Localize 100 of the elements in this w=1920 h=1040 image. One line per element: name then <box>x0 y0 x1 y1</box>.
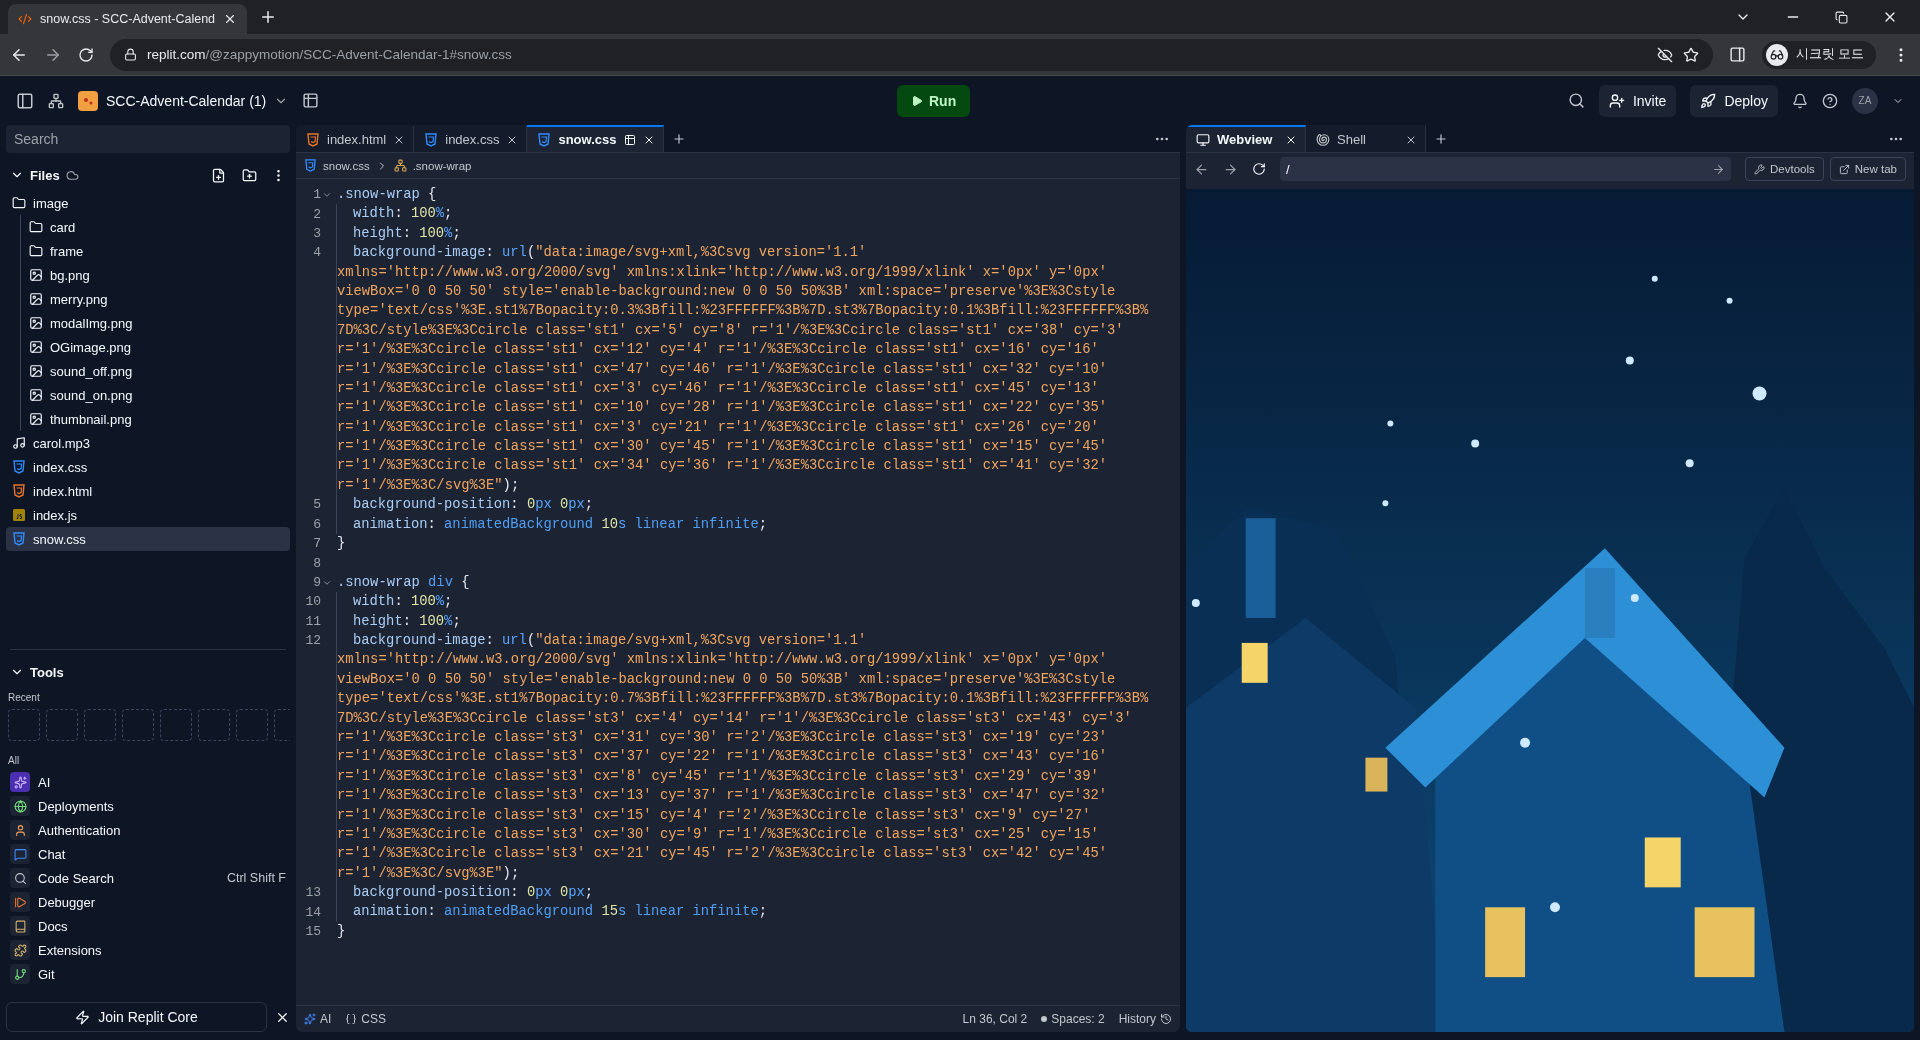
tool-item[interactable]: AI <box>6 770 290 794</box>
join-button[interactable]: Join Replit Core <box>6 1002 267 1032</box>
address-field[interactable]: replit.com/@zappymotion/SCC-Advent-Calendar-1#snow.css <box>110 38 1713 71</box>
file-tree-item[interactable]: OGimage.png <box>23 335 290 359</box>
side-panel-icon[interactable] <box>1728 46 1746 63</box>
pane-tab[interactable]: Shell <box>1306 125 1426 152</box>
back-icon[interactable] <box>1194 161 1209 177</box>
file-tree-item[interactable]: merry.png <box>23 287 290 311</box>
file-tree-item[interactable]: index.css <box>6 455 290 479</box>
url-field[interactable]: / <box>1280 157 1732 181</box>
sidebar-toggle-icon[interactable] <box>16 91 34 110</box>
code-line: r='1'/%3E%3Ccircle class='st1' cx='12' cy='4' r='1'/%3E%3Ccircle class='st1' cx='16' cy='16' <box>337 341 1099 360</box>
external-link-icon <box>1838 163 1850 175</box>
add-tab-icon[interactable] <box>1434 131 1448 146</box>
line-number: 9 <box>313 575 321 590</box>
file-tree-item[interactable]: snow.css <box>6 527 290 551</box>
tool-item[interactable]: Git <box>6 962 290 986</box>
music-note-icon <box>12 436 26 450</box>
shield-file-icon <box>12 460 26 474</box>
bell-icon[interactable] <box>1792 92 1808 109</box>
image-icon <box>29 388 43 402</box>
restore-icon[interactable] <box>1835 10 1848 24</box>
indent-status[interactable]: Spaces: 2 <box>1041 1012 1105 1026</box>
network-icon[interactable] <box>48 92 64 109</box>
line-number: 5 <box>313 497 321 513</box>
browser-tab[interactable]: snow.css - SCC-Advent-Calend <box>8 4 248 34</box>
avatar[interactable]: ZA <box>1852 87 1878 114</box>
code-line: r='1'/%3E%3Ccircle class='st3' cx='8' cy='45' r='1'/%3E%3Ccircle class='st3' cx='29' cy='39' <box>337 767 1099 786</box>
star-icon[interactable] <box>1682 46 1699 63</box>
file-tree-item[interactable]: carol.mp3 <box>6 431 290 455</box>
editor-tab[interactable]: snow.css <box>527 125 664 152</box>
file-tree-item[interactable]: bg.png <box>23 263 290 287</box>
tool-item[interactable]: Docs <box>6 914 290 938</box>
code-line: r='1'/%3E%3Ccircle class='st1' cx='10' cy='28' r='1'/%3E%3Ccircle class='st1' cx='22' cy='35' <box>337 399 1107 418</box>
tool-item[interactable]: Debugger <box>6 890 290 914</box>
image-icon <box>29 412 43 426</box>
file-tree-item[interactable]: index.html <box>6 479 290 503</box>
search-field[interactable]: Search <box>6 125 290 153</box>
editor-tab[interactable]: index.html <box>296 125 415 152</box>
forward-icon[interactable] <box>1223 161 1238 177</box>
search-icon[interactable] <box>1567 92 1585 109</box>
file-tree-item[interactable]: modalImg.png <box>23 311 290 335</box>
new-folder-icon[interactable] <box>242 167 257 183</box>
code-line: .snow-wrap div { <box>337 573 470 592</box>
image-icon <box>29 340 43 354</box>
split-icon[interactable] <box>623 133 636 146</box>
file-tree-item[interactable]: sound_on.png <box>23 383 290 407</box>
add-tab-icon[interactable] <box>671 131 686 146</box>
breadcrumb-item[interactable]: snow.css <box>323 159 370 172</box>
book-icon <box>10 916 30 936</box>
tool-item[interactable]: Extensions <box>6 938 290 962</box>
editor-tab[interactable]: index.css <box>414 125 528 152</box>
shortcut-label: Ctrl Shift F <box>226 871 286 885</box>
shield-file-icon <box>12 532 26 546</box>
sparkle-icon <box>304 1013 316 1025</box>
tool-item[interactable]: Authentication <box>6 818 290 842</box>
tool-item[interactable]: Code Search Ctrl Shift F <box>6 866 290 890</box>
shield-file-icon <box>12 484 26 498</box>
new-tab-button[interactable]: New tab <box>1829 157 1906 181</box>
devtools-button[interactable]: Devtools <box>1745 157 1824 181</box>
section-title: Tools <box>30 664 64 680</box>
go-arrow-icon[interactable] <box>1712 162 1726 176</box>
file-tree-item[interactable]: thumbnail.png <box>23 407 290 431</box>
tool-item[interactable]: Chat <box>6 842 290 866</box>
file-tree-item[interactable]: image <box>6 191 290 215</box>
code-line: r='1'/%3E%3Ccircle class='st1' cx='34' cy='36' r='1'/%3E%3Ccircle class='st1' cx='41' cy='32' <box>337 457 1107 476</box>
file-tree-item[interactable]: sound_off.png <box>23 359 290 383</box>
new-file-icon[interactable] <box>211 167 226 183</box>
ai-status[interactable]: AI <box>304 1012 332 1026</box>
file-tree-item[interactable]: index.js <box>6 503 290 527</box>
eye-off-icon[interactable] <box>1656 46 1673 63</box>
run-button[interactable]: Run <box>897 84 971 117</box>
line-number: 1 <box>313 187 321 203</box>
lock-icon <box>124 48 137 61</box>
code-line: background-position: 0px 0px; <box>353 884 594 903</box>
breadcrumb-item[interactable]: .snow-wrap <box>412 159 472 172</box>
deploy-button[interactable]: Deploy <box>1690 84 1778 117</box>
language-status[interactable]: CSS <box>345 1012 387 1026</box>
project-selector[interactable]: SCC-Advent-Calendar (1) <box>78 90 289 111</box>
image-icon <box>29 268 43 282</box>
code-line: r='1'/%3E%3Ccircle class='st1' cx='30' cy='45' r='1'/%3E%3Ccircle class='st1' cx='15' cy='45' <box>337 438 1107 457</box>
tool-item[interactable]: Deployments <box>6 794 290 818</box>
invite-button[interactable]: Invite <box>1598 84 1677 117</box>
js-file-icon <box>12 508 26 522</box>
code-line: background-image: url("data:image/svg+xml,%3Csvg version='1.1' <box>353 632 867 650</box>
code-line: r='1'/%3E%3Ccircle class='st1' cx='3' cy='46' r='1'/%3E%3Ccircle class='st1' cx='45' cy='13' <box>337 379 1099 398</box>
image-icon <box>29 364 43 378</box>
pane-tab[interactable]: Webview <box>1186 125 1306 152</box>
code-line: 7D%3C/style%3E%3Ccircle class='st3' cx='4' cy='14' r='1'/%3E%3Ccircle class='st3' cx='43' cy='3' <box>337 709 1132 728</box>
history-button[interactable]: History <box>1118 1012 1172 1026</box>
table-icon[interactable] <box>302 92 320 109</box>
file-tree-item[interactable]: card <box>23 215 290 239</box>
step-forward-icon <box>10 892 30 912</box>
profile-chip[interactable]: 시크릿 모드 <box>1761 40 1876 69</box>
code-line: xmlns='http://www.w3.org/2000/svg' xmlns:xlink='http://www.w3.org/1999/xlink' x='0px' y='0px' <box>337 263 1107 282</box>
add-user-icon <box>1608 92 1625 109</box>
reload-icon[interactable] <box>78 46 94 63</box>
cloud-icon <box>65 168 79 182</box>
help-icon[interactable] <box>1822 92 1838 109</box>
file-tree-item[interactable]: frame <box>23 239 290 263</box>
